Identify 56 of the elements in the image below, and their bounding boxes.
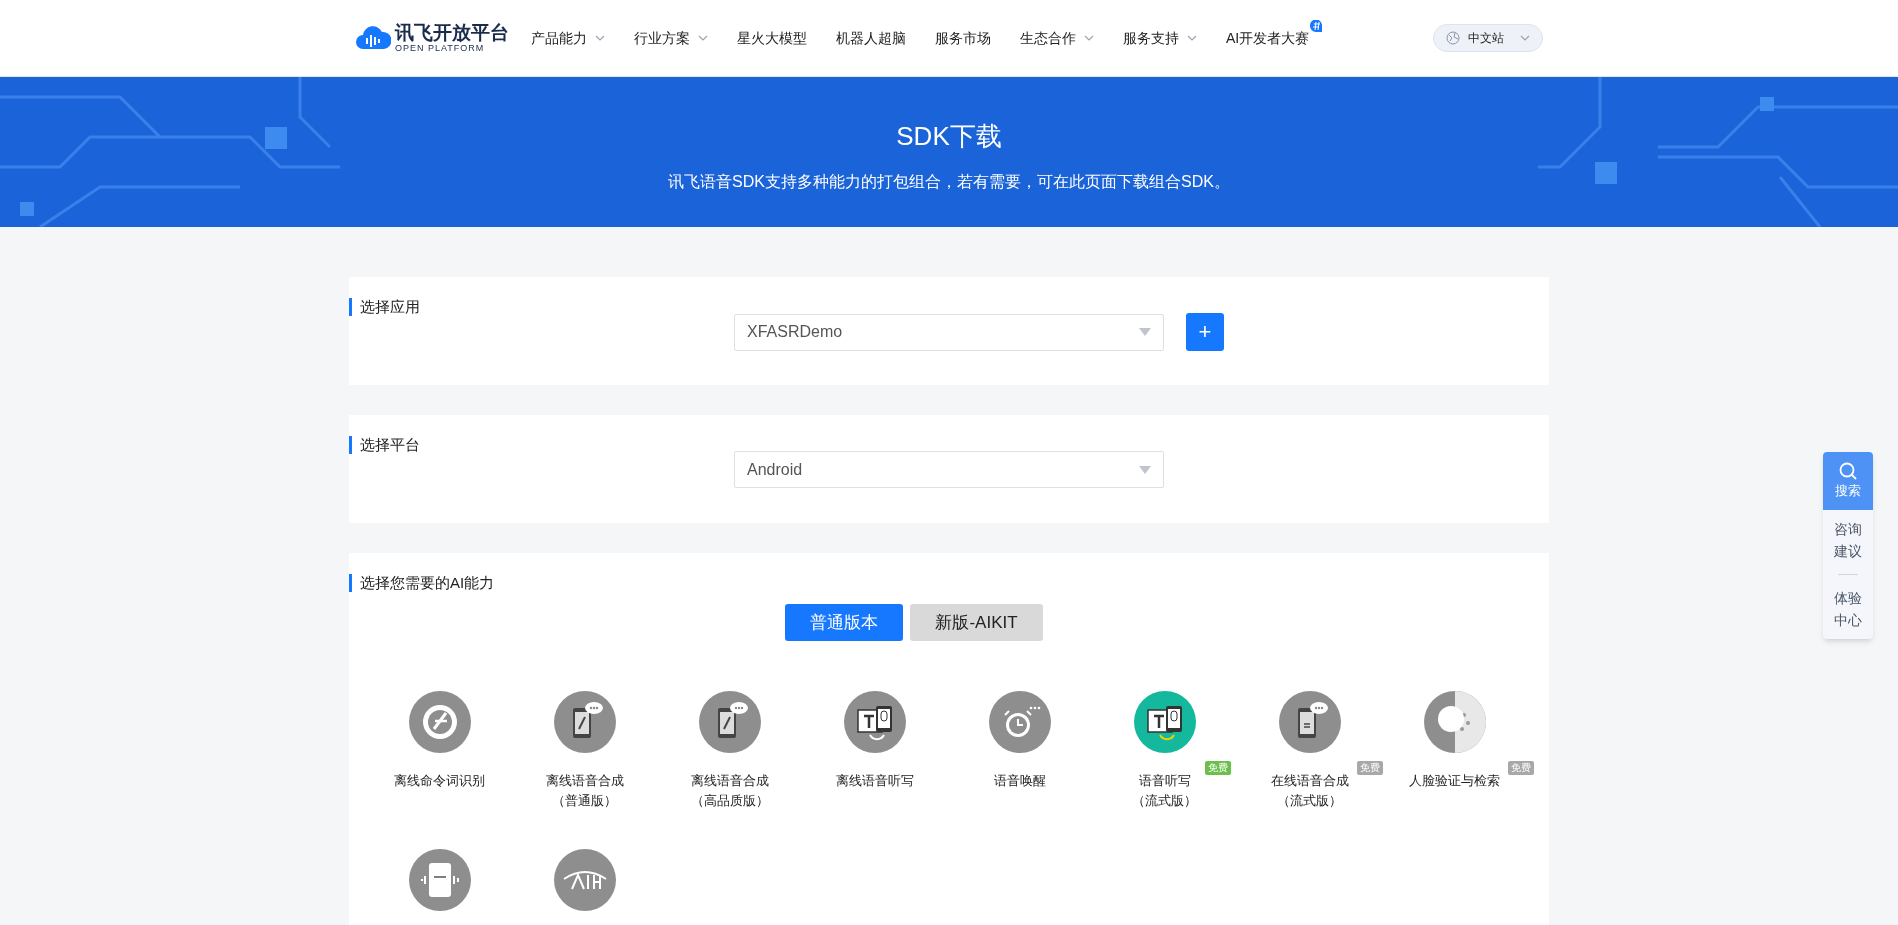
nav-link[interactable]: AI开发者大赛	[1226, 27, 1310, 49]
version-tab[interactable]: 新版-AIKIT	[910, 604, 1043, 641]
ability-label[interactable]: （流式版）	[1132, 791, 1197, 811]
add-button[interactable]: +	[1186, 313, 1224, 351]
ability-label[interactable]: （普通版）	[552, 791, 617, 811]
nav-link[interactable]: 生态合作	[1020, 27, 1076, 49]
text-mic-icon	[1133, 691, 1196, 753]
hash-badge-icon	[1310, 19, 1324, 32]
ability-label[interactable]: （流式版）	[1277, 791, 1342, 811]
logo-text: 讯飞开放平台	[395, 23, 509, 42]
ability-label[interactable]: 语音唤醒	[993, 771, 1046, 791]
free-badge: 免费	[1508, 761, 1534, 775]
select-field[interactable]: Android	[734, 451, 1164, 488]
logo-subtext: OPEN PLATFORM	[395, 44, 486, 53]
ability-label[interactable]: 离线语音合成	[690, 771, 769, 791]
chevron-down-icon	[698, 35, 708, 41]
banner-title: SDK下载	[896, 120, 1002, 153]
nav-link[interactable]: 星火大模型	[737, 27, 807, 49]
nav-link[interactable]: 产品能力	[531, 27, 587, 49]
text-mic-icon	[843, 691, 906, 753]
dropdown-triangle-icon	[1139, 465, 1151, 474]
chevron-down-icon	[1187, 35, 1197, 41]
language-button[interactable]: 中文站	[1433, 24, 1543, 52]
select-field[interactable]: XFASRDemo	[734, 313, 1164, 351]
dropdown-triangle-icon	[1139, 328, 1151, 336]
ability-label[interactable]: 语音听写	[1138, 771, 1191, 791]
search-icon	[1838, 461, 1858, 482]
alarm-icon	[988, 691, 1051, 753]
ability-label[interactable]: 离线语音听写	[835, 771, 914, 791]
nav-link[interactable]: 服务市场	[935, 27, 991, 49]
version-tab[interactable]: 普通版本	[785, 604, 904, 641]
banner-subtitle: 讯飞语音SDK支持多种能力的打包组合，若有需要，可在此页面下载组合SDK。	[668, 172, 1230, 192]
globe-icon	[1446, 31, 1460, 45]
ability-label[interactable]: 离线命令词识别	[394, 771, 485, 791]
free-badge: 免费	[1205, 761, 1231, 775]
phone-lines-icon	[1278, 691, 1341, 753]
ability-label[interactable]: 离线语音合成	[545, 771, 624, 791]
nav-link[interactable]: 服务支持	[1123, 27, 1179, 49]
nav-link[interactable]: 机器人超脑	[836, 27, 906, 49]
ability-label[interactable]: （高品质版）	[690, 791, 769, 811]
side-link[interactable]: 体验中心	[1834, 579, 1862, 639]
phone-chat-icon	[553, 691, 616, 753]
chevron-down-icon	[1520, 35, 1530, 41]
section-title: 选择您需要的AI能力	[360, 572, 495, 593]
section-title: 选择平台	[360, 434, 420, 455]
tablet-wave-icon	[408, 849, 471, 911]
chevron-down-icon	[1084, 35, 1094, 41]
chevron-down-icon	[595, 35, 605, 41]
free-badge: 免费	[1356, 761, 1383, 775]
ability-label[interactable]: 在线语音合成	[1270, 771, 1349, 791]
phone-chat-icon	[698, 691, 761, 753]
side-link[interactable]: 咨询建议	[1834, 510, 1862, 570]
nav-link[interactable]: 行业方案	[634, 27, 690, 49]
arc-logo-icon	[553, 849, 616, 911]
section-title: 选择应用	[360, 296, 420, 317]
ability-label[interactable]: 人脸验证与检索	[1409, 771, 1500, 791]
